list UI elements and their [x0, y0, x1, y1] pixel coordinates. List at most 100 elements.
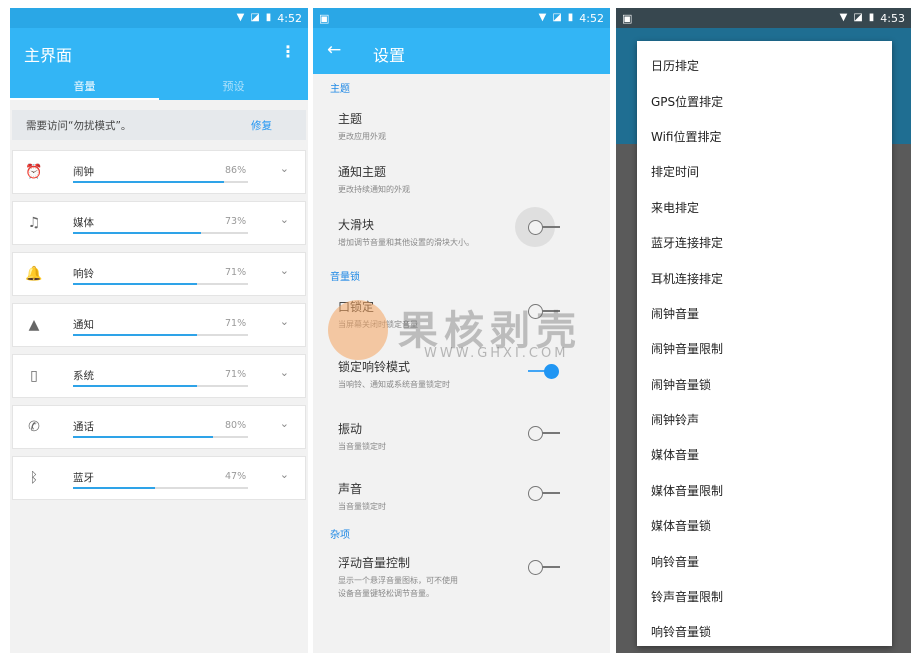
menu-item[interactable]: 媒体音量	[637, 437, 892, 472]
volume-slider[interactable]	[73, 436, 248, 438]
volume-row: ⏰ 闹钟 86% ⌄	[12, 150, 306, 194]
fix-button[interactable]: 修复	[251, 118, 272, 133]
vibrate-toggle[interactable]	[528, 426, 560, 441]
toggle-knob	[528, 220, 543, 235]
volume-percent: 73%	[225, 216, 247, 227]
menu-item[interactable]: 媒体音量限制	[637, 473, 892, 508]
menu-item[interactable]: Wifi位置排定	[637, 119, 892, 154]
menu-item[interactable]: 闹钟音量	[637, 296, 892, 331]
pref-subtitle: 当音量锁定时	[338, 442, 386, 451]
menu-item[interactable]: 闹钟音量限制	[637, 331, 892, 366]
menu-item[interactable]: 铃声音量限制	[637, 579, 892, 614]
volume-slider[interactable]	[73, 232, 248, 234]
signal-icon: ◪	[552, 12, 562, 23]
warning-icon: ▲	[28, 317, 40, 333]
lock-toggle[interactable]	[528, 304, 560, 319]
menu-item[interactable]: 排定时间	[637, 154, 892, 189]
chevron-down-icon[interactable]: ⌄	[280, 417, 289, 430]
volume-slider-fill	[73, 283, 198, 285]
pref-title: 浮动音量控制	[338, 556, 411, 570]
pref-theme[interactable]: 主题 更改应用外观	[313, 98, 610, 151]
volume-slider-fill	[73, 232, 201, 234]
pref-notification-theme[interactable]: 通知主题 更改持续通知的外观	[313, 151, 610, 204]
page-title: 设置	[373, 46, 406, 65]
menu-item[interactable]: GPS位置排定	[637, 83, 892, 118]
pref-floating-control[interactable]: 浮动音量控制 显示一个悬浮音量图标，可不使用 设备音量键轻松调节音量。	[313, 548, 610, 608]
chevron-down-icon[interactable]: ⌄	[280, 213, 289, 226]
volume-slider[interactable]	[73, 487, 248, 489]
volume-percent: 71%	[225, 369, 247, 380]
chevron-down-icon[interactable]: ⌄	[280, 162, 289, 175]
tab-volume[interactable]: 音量	[10, 70, 159, 100]
image-notification-icon: ▣	[622, 11, 633, 25]
menu-item[interactable]: 响铃音量	[637, 543, 892, 578]
volume-row: ▯ 系统 71% ⌄	[12, 354, 306, 398]
battery-icon: ▮	[567, 12, 574, 23]
pref-subtitle: 更改应用外观	[338, 132, 386, 141]
volume-name: 蓝牙	[73, 472, 94, 484]
page-title: 主界面	[24, 46, 73, 65]
tab-presets[interactable]: 预设	[159, 70, 308, 100]
pref-title: 主题	[338, 112, 363, 126]
wifi-icon: ▼	[236, 12, 245, 23]
pref-vibrate[interactable]: 振动 当音量锁定时	[313, 408, 610, 468]
volume-row: ▲ 通知 71% ⌄	[12, 303, 306, 347]
volume-slider[interactable]	[73, 385, 248, 387]
sound-toggle[interactable]	[528, 486, 560, 501]
volume-percent: 71%	[225, 267, 247, 278]
menu-item[interactable]: 来电排定	[637, 190, 892, 225]
pref-subtitle: 更改持续通知的外观	[338, 185, 410, 194]
pref-sound[interactable]: 声音 当音量锁定时	[313, 468, 610, 518]
back-arrow-icon[interactable]: ←	[327, 40, 341, 60]
status-time: 4:53	[880, 11, 905, 25]
volume-slider-fill	[73, 436, 213, 438]
section-theme: 主题	[330, 83, 350, 95]
big-slider-toggle[interactable]	[515, 207, 560, 247]
volume-percent: 47%	[225, 471, 247, 482]
volume-slider[interactable]	[73, 181, 248, 183]
menu-item[interactable]: 闹钟铃声	[637, 402, 892, 437]
status-bar: ▼ ◪ ▮ 4:52	[10, 8, 308, 28]
volume-name: 媒体	[73, 217, 94, 229]
status-time: 4:52	[277, 11, 302, 25]
bluetooth-icon: ᛒ	[29, 470, 39, 486]
schedule-menu-screen: ▣ ▼ ◪ ▮ 4:53 日历排定 GPS位置排定 Wifi位置排定 排定时间 来电排定…	[616, 8, 911, 653]
chevron-down-icon[interactable]: ⌄	[280, 264, 289, 277]
menu-item[interactable]: 闹钟音量锁	[637, 367, 892, 402]
menu-item[interactable]: 媒体音量锁	[637, 508, 892, 543]
menu-item[interactable]: 日历排定	[637, 48, 892, 83]
signal-icon: ◪	[853, 12, 863, 23]
status-bar: ▣ ▼ ◪ ▮ 4:53	[616, 8, 911, 28]
lock-ring-toggle[interactable]	[528, 364, 559, 379]
pref-subtitle-2: 设备音量键轻松调节音量。	[338, 588, 434, 598]
toggle-knob	[528, 304, 543, 319]
menu-item[interactable]: 响铃音量锁	[637, 614, 892, 646]
status-bar: ▣ ▼ ◪ ▮ 4:52	[313, 8, 610, 28]
pref-big-slider[interactable]: 大滑块 增加调节音量和其他设置的滑块大小。	[313, 204, 610, 264]
volume-slider-fill	[73, 385, 198, 387]
chevron-down-icon[interactable]: ⌄	[280, 468, 289, 481]
volume-list: ⏰ 闹钟 86% ⌄ ♫ 媒体 73% ⌄ 🔔 响铃 71% ⌄ ▲ 通知 71% ⌄ ▯ 系统 71% ⌄ ✆ 通话 80…	[10, 150, 308, 500]
signal-icon: ◪	[250, 12, 260, 23]
pref-title: 大滑块	[338, 218, 375, 232]
volume-slider-fill	[73, 487, 156, 489]
notice-text: 需要访问“勿扰模式”。	[26, 119, 132, 132]
pref-title: 声音	[338, 482, 363, 496]
volume-slider[interactable]	[73, 334, 248, 336]
floating-control-toggle[interactable]	[528, 560, 560, 575]
volume-slider[interactable]	[73, 283, 248, 285]
pref-title: 通知主题	[338, 165, 387, 179]
pref-subtitle: 当音量锁定时	[338, 502, 386, 511]
pref-lock-ring-mode[interactable]: 锁定响铃模式 当响铃、通知或系统音量锁定时	[313, 348, 610, 408]
popup-menu: 日历排定 GPS位置排定 Wifi位置排定 排定时间 来电排定 蓝牙连接排定 耳机连接排定闹…	[637, 41, 892, 646]
overflow-menu-icon[interactable]: ⋮	[280, 42, 296, 61]
chevron-down-icon[interactable]: ⌄	[280, 315, 289, 328]
menu-item[interactable]: 耳机连接排定	[637, 260, 892, 295]
volume-row: ✆ 通话 80% ⌄	[12, 405, 306, 449]
pref-subtitle: 当屏幕关闭时锁定音量	[338, 320, 418, 329]
menu-item[interactable]: 蓝牙连接排定	[637, 225, 892, 260]
pref-lock[interactable]: 口锁定 当屏幕关闭时锁定音量	[313, 286, 610, 348]
chevron-down-icon[interactable]: ⌄	[280, 366, 289, 379]
wifi-icon: ▼	[839, 12, 848, 23]
toggle-knob	[544, 364, 559, 379]
